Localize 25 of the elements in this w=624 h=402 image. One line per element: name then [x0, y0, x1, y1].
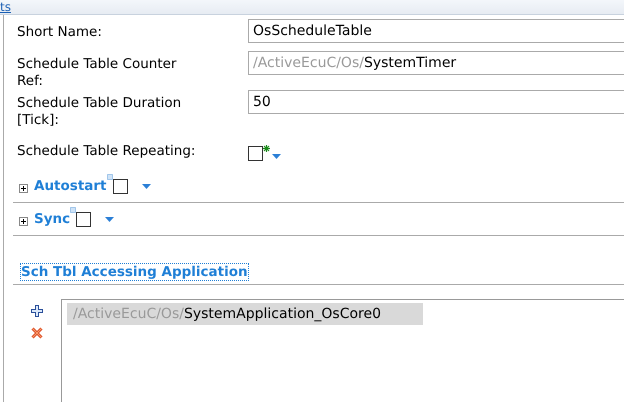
expand-icon[interactable]	[19, 216, 28, 226]
asterisk-icon	[263, 145, 270, 152]
caret-icon[interactable]	[142, 184, 150, 188]
section-title[interactable]: Sync	[34, 211, 70, 227]
field-label: Short Name:	[16, 23, 103, 41]
caret-icon[interactable]	[272, 154, 281, 159]
expand-icon[interactable]	[19, 184, 28, 192]
field-label: Schedule Table Counter Ref:	[16, 55, 178, 90]
checkbox[interactable]	[76, 212, 92, 226]
delete-icon[interactable]	[31, 327, 43, 339]
section-title[interactable]: Autostart	[34, 178, 106, 194]
caret-icon[interactable]	[105, 216, 114, 222]
field-label: Schedule Table Repeating:	[16, 142, 196, 160]
text-field[interactable]: OsScheduleTable	[248, 19, 624, 43]
list-item[interactable]: /ActiveEcuC/Os/SystemApplication_OsCore0	[67, 303, 423, 325]
link[interactable]: ts	[0, 0, 11, 14]
checkbox[interactable]	[248, 146, 263, 161]
add-icon[interactable]	[31, 305, 43, 317]
checkbox[interactable]	[112, 178, 128, 194]
text-field[interactable]: 50	[248, 90, 624, 114]
field-label: Schedule Table Duration [Tick]:	[16, 94, 182, 129]
marker-icon	[106, 174, 112, 180]
reference-field[interactable]: /ActiveEcuC/Os/SystemTimer	[248, 51, 624, 75]
section-title[interactable]: Sch Tbl Accessing Application	[21, 264, 248, 280]
marker-icon	[70, 207, 76, 213]
